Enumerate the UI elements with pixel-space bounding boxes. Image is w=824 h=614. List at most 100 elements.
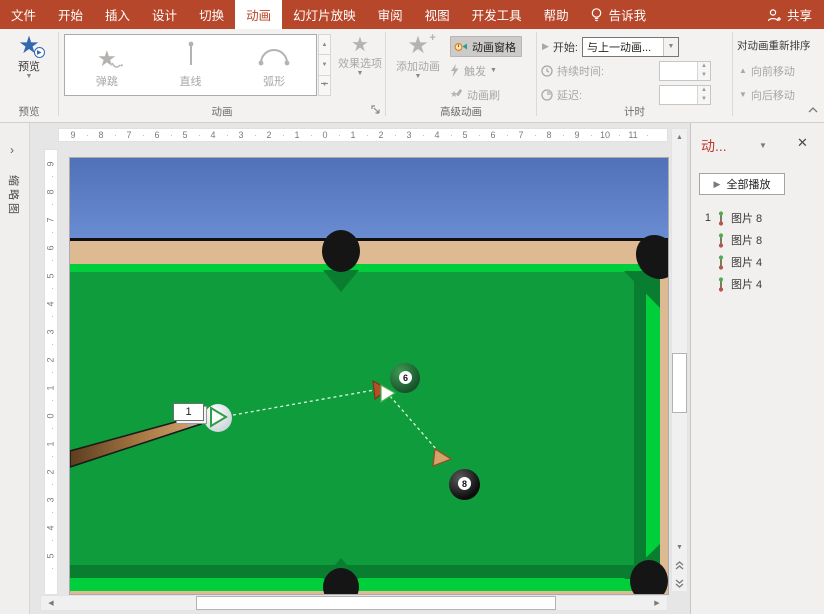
motion-path-play-marker[interactable] (208, 405, 230, 429)
collapse-ribbon-icon[interactable] (808, 102, 818, 116)
ribbon-tab[interactable]: 幻灯片放映 (282, 0, 367, 29)
gallery-item-bounce: ★ 弹跳 (65, 35, 149, 95)
ruler-number: 4 (423, 129, 451, 141)
chevron-right-icon: › (10, 143, 14, 157)
horizontal-scrollbar[interactable]: ◀ ▶ (40, 595, 668, 611)
ribbon-tab[interactable]: 切换 (188, 0, 235, 29)
ribbon-tab[interactable]: 文件 (0, 0, 47, 29)
ruler-number: 4 (45, 514, 57, 542)
lightbulb-icon (590, 7, 603, 22)
animation-list-item[interactable]: 图片 4 (691, 251, 824, 273)
tell-me[interactable]: 告诉我 (590, 0, 647, 29)
ball-eight[interactable]: 8 (449, 469, 480, 500)
horizontal-ruler: 98765432101234567891011 (58, 128, 668, 142)
close-icon[interactable]: ✕ (797, 135, 808, 151)
gallery-item-arc: 弧形 (232, 35, 316, 95)
horizontal-scroll-thumb[interactable] (196, 596, 556, 610)
spin-down-icon: ▼ (698, 95, 710, 104)
gallery-item-label: 弹跳 (96, 73, 118, 89)
previous-slide-button[interactable] (672, 557, 687, 573)
animation-order-number: 1 (701, 212, 711, 224)
duration-clock-icon (541, 65, 553, 77)
ruler-number: 2 (255, 129, 283, 141)
scroll-left-button[interactable]: ◀ (43, 596, 59, 610)
group-label-animation: 动画 (59, 104, 385, 119)
motion-path-1[interactable] (233, 389, 380, 415)
ruler-number: 6 (143, 129, 171, 141)
ball-eight-number: 8 (458, 477, 471, 490)
animation-order-badge[interactable]: 1 (173, 403, 204, 421)
duration-row: 持续时间: ▲▼ (541, 60, 604, 81)
animation-pane-button[interactable]: 动画窗格 (450, 36, 522, 57)
group-animation: ★ 弹跳 直线 弧形 ▲ ▼ ▼ ★ (59, 29, 385, 122)
ball-six[interactable]: 6 (390, 363, 420, 393)
play-all-label: 全部播放 (726, 176, 770, 192)
ribbon-tab[interactable]: 开发工具 (461, 0, 533, 29)
cue-stick[interactable] (70, 415, 201, 467)
pocket-top-middle (322, 230, 360, 272)
thumbnail-panel-label: 缩略图 (6, 175, 22, 217)
gallery-scrollbar: ▲ ▼ ▼ (318, 34, 331, 96)
motion-path-2[interactable] (390, 396, 443, 457)
animation-pane: 动... ▼ ✕ ▶ 全部播放 1 图片 8 图片 8 (690, 123, 824, 614)
ruler-number: 2 (45, 346, 57, 374)
ribbon-tab[interactable]: 动画 (235, 0, 282, 29)
ribbon-tab[interactable]: 插入 (94, 0, 141, 29)
next-slide-button[interactable] (672, 575, 687, 591)
gallery-scroll-up[interactable]: ▲ (318, 34, 331, 55)
editor-workspace: › 缩略图 98765432101234567891011 9876543210… (0, 123, 690, 614)
vertical-scroll-thumb[interactable] (672, 353, 687, 413)
ruler-number: 3 (45, 318, 57, 346)
start-dropdown[interactable]: 与上一动画... ▼ (582, 37, 679, 57)
trigger-label: 触发 (464, 63, 486, 79)
animation-item-label: 图片 4 (731, 254, 762, 270)
animation-item-label: 图片 8 (731, 210, 762, 226)
scroll-up-button[interactable]: ▲ (672, 129, 687, 145)
spin-up-icon: ▲ (698, 62, 710, 71)
ribbon-tab[interactable]: 审阅 (367, 0, 414, 29)
ruler-number: 6 (45, 234, 57, 262)
animation-item-label: 图片 4 (731, 276, 762, 292)
ruler-number: 3 (227, 129, 255, 141)
ruler-number: 0 (45, 402, 57, 430)
animation-painter-button: ★ 动画刷 (450, 84, 500, 105)
thumbnail-panel-collapsed[interactable]: › 缩略图 (0, 123, 30, 614)
chevron-down-icon[interactable]: ▼ (663, 38, 678, 56)
motion-path-end-arrow[interactable] (433, 449, 451, 466)
slide-canvas[interactable]: 6 8 1 (70, 158, 668, 594)
animation-item-label: 图片 8 (731, 232, 762, 248)
group-advanced-animation: ★ + 添加动画 ▼ 动画窗格 触发 ▼ ★ 动画刷 高级动画 (386, 29, 536, 122)
ruler-number: 3 (395, 129, 423, 141)
ribbon-tab[interactable]: 帮助 (533, 0, 580, 29)
scroll-right-button[interactable]: ▶ (649, 596, 665, 610)
add-animation-label: 添加动画 (396, 58, 440, 74)
group-label-timing: 计时 (537, 104, 732, 119)
ruler-number: 11 (619, 129, 647, 141)
ribbon-tab[interactable]: 开始 (47, 0, 94, 29)
play-icon: ▶ (714, 179, 721, 190)
ruler-number: 5 (45, 262, 57, 290)
move-later-label: 向后移动 (751, 87, 795, 103)
duration-label: 持续时间: (557, 63, 604, 79)
gallery-more-button[interactable]: ▼ (318, 76, 331, 96)
animation-painter-icon: ★ (450, 88, 463, 101)
ribbon-tab[interactable]: 视图 (414, 0, 461, 29)
trigger-button: 触发 ▼ (450, 60, 497, 81)
chevron-down-icon[interactable]: ▼ (759, 141, 767, 150)
vertical-scrollbar[interactable]: ▲ ▼ (671, 128, 688, 590)
motion-path-icon (717, 255, 725, 270)
animation-list-item[interactable]: 图片 8 (691, 229, 824, 251)
preview-button[interactable]: ★ ▶ 预览 ▼ (8, 34, 50, 80)
scroll-down-button[interactable]: ▼ (672, 539, 687, 555)
animation-painter-label: 动画刷 (467, 87, 500, 103)
animation-list-item[interactable]: 图片 4 (691, 273, 824, 295)
animation-list-item[interactable]: 1 图片 8 (691, 207, 824, 229)
ribbon-tab[interactable]: 设计 (141, 0, 188, 29)
slide-scene-graphics (70, 158, 668, 594)
ruler-number: 4 (45, 290, 57, 318)
share-button[interactable]: 共享 (767, 0, 812, 29)
gallery-scroll-down[interactable]: ▼ (318, 55, 331, 75)
motion-path-icon (717, 277, 725, 292)
play-all-button[interactable]: ▶ 全部播放 (699, 173, 785, 195)
share-person-icon (767, 8, 782, 22)
